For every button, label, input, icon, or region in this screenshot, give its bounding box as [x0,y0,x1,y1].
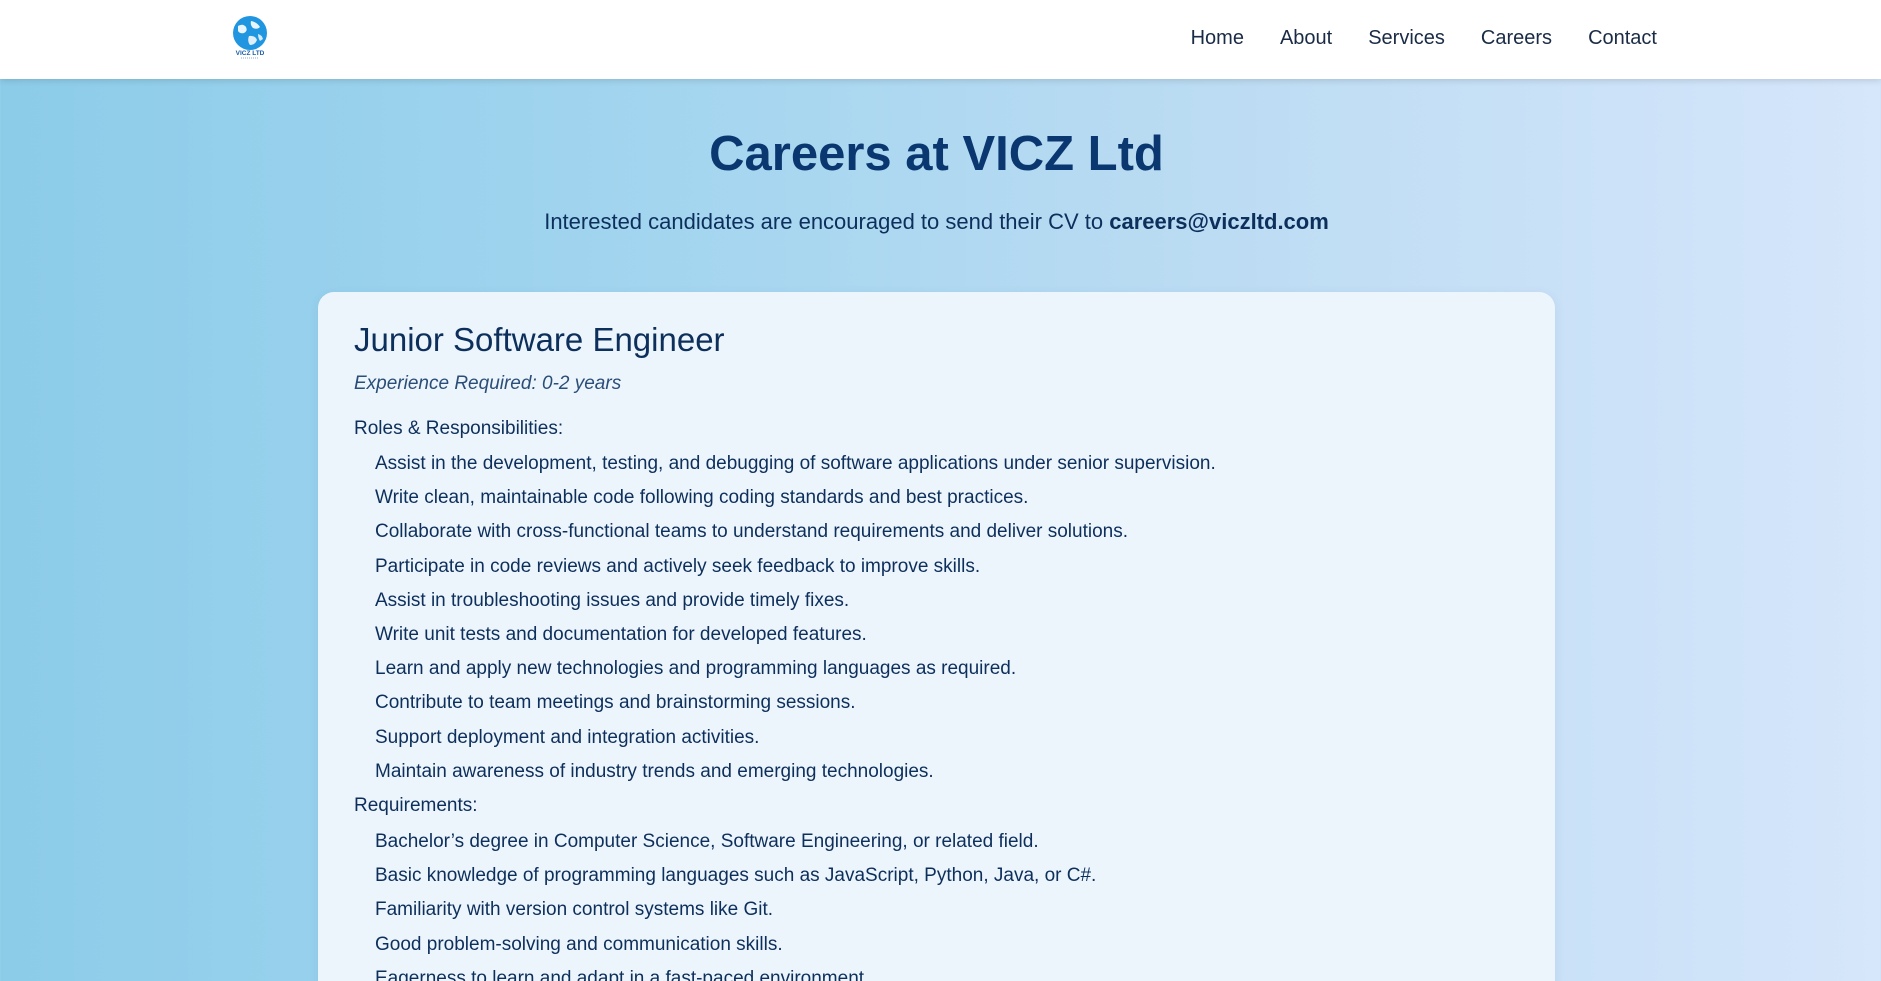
nav-contact[interactable]: Contact [1588,25,1657,51]
list-item: Assist in troubleshooting issues and pro… [375,589,850,611]
nav-careers[interactable]: Careers [1481,25,1552,51]
page-subtitle: Interested candidates are encouraged to … [0,208,1873,236]
list-item: Learn and apply new technologies and pro… [375,658,1017,680]
careers-email-link[interactable]: careers@viczltd.com [1109,209,1329,234]
nav-home[interactable]: Home [1191,25,1244,51]
nav-about[interactable]: About [1280,25,1332,51]
list-item: Good problem-solving and communication s… [375,933,783,955]
list-item: Write unit tests and documentation for d… [375,623,867,645]
job-title: Junior Software Engineer [354,321,725,358]
list-item: Basic knowledge of programming languages… [375,865,1097,887]
list-item: Bachelor’s degree in Computer Science, S… [375,831,1039,852]
company-logo[interactable]: VICZ LTD [229,14,271,60]
list-item: Eagerness to learn and adapt in a fast-p… [375,967,870,981]
job-experience: Experience Required: 0-2 years [354,373,622,394]
requirements-list: Bachelor’s degree in Computer Science, S… [375,830,1096,981]
nav-services[interactable]: Services [1368,25,1445,51]
roles-list: Assist in the development, testing, and … [375,452,1216,794]
list-item: Familiarity with version control systems… [375,899,774,921]
roles-heading: Roles & Responsibilities: [354,418,564,439]
list-item: Maintain awareness of industry trends an… [375,760,934,782]
job-card: Junior Software Engineer Experience Requ… [318,292,1555,981]
page-title: Careers at VICZ Ltd [709,127,1164,181]
globe-logo-icon: VICZ LTD [233,16,267,59]
list-item: Participate in code reviews and actively… [375,555,981,577]
subtitle-text: Interested candidates are encouraged to … [544,209,1110,234]
navbar: VICZ LTD Home About Services Careers Con… [0,0,1881,79]
list-item: Assist in the development, testing, and … [375,453,1216,474]
main-nav: Home About Services Careers Contact [1191,25,1657,51]
svg-text:VICZ LTD: VICZ LTD [236,50,265,57]
list-item: Contribute to team meetings and brainsto… [375,692,856,714]
list-item: Write clean, maintainable code following… [375,487,1029,509]
list-item: Support deployment and integration activ… [375,726,760,748]
list-item: Collaborate with cross-functional teams … [375,521,1129,543]
requirements-heading: Requirements: [354,795,478,816]
